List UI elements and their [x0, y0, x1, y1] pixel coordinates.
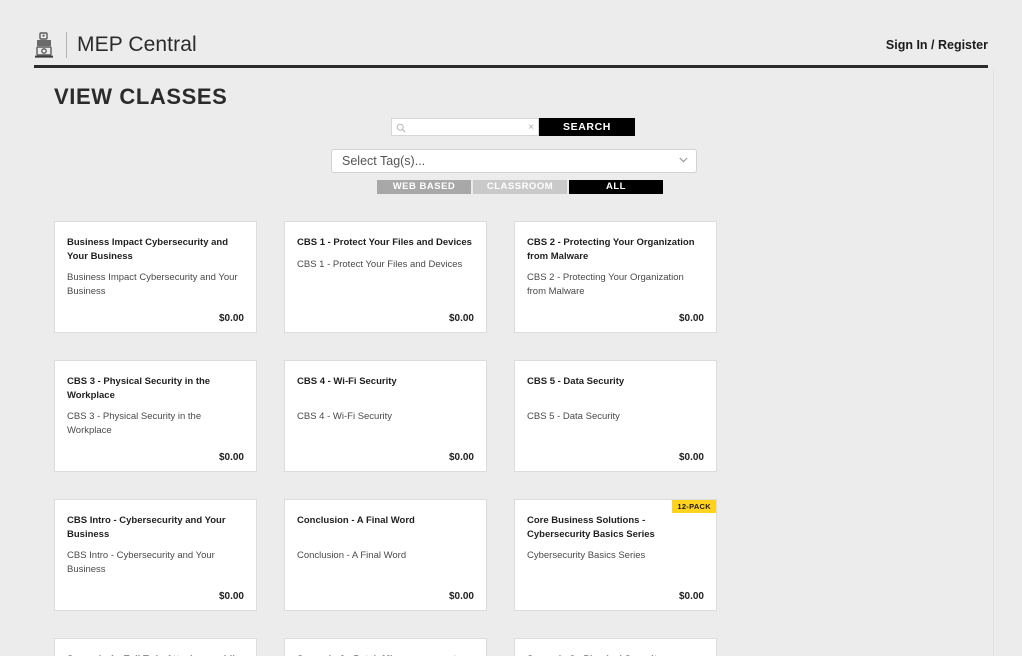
class-card[interactable]: CBS Intro - Cybersecurity and Your Busin… [54, 499, 257, 611]
class-card-price: $0.00 [218, 452, 244, 463]
class-card-title: Core Business Solutions - Cybersecurity … [527, 515, 655, 540]
class-card-price: $0.00 [678, 591, 704, 602]
class-card-title: Business Impact Cybersecurity and Your B… [67, 237, 229, 262]
class-card-title: CBS 2 - Protecting Your Organization fro… [527, 237, 695, 262]
filter-web-based-button[interactable]: WEB BASED [377, 180, 471, 194]
search-row: × SEARCH [391, 118, 635, 136]
class-card[interactable]: CBS 1 - Protect Your Files and Devices C… [284, 221, 487, 333]
coffee-grinder-icon [35, 31, 53, 58]
tag-select[interactable]: Select Tag(s)... [331, 149, 697, 173]
class-card-price: $0.00 [218, 313, 244, 324]
class-card-title: CBS Intro - Cybersecurity and Your Busin… [67, 515, 226, 540]
tag-select-wrap: Select Tag(s)... [331, 149, 697, 173]
class-card-description: CBS 1 - Protect Your Files and Devices [297, 258, 463, 270]
content-container-rule [993, 70, 994, 656]
class-card-description: CBS 4 - Wi-Fi Security [297, 410, 393, 422]
class-card-description: CBS 5 - Data Security [527, 410, 620, 422]
class-card-grid: Business Impact Cybersecurity and Your B… [54, 221, 946, 656]
class-card-description: Conclusion - A Final Word [297, 549, 407, 561]
class-card-price: $0.00 [678, 452, 704, 463]
page-root: MEP Central Sign In / Register VIEW CLAS… [0, 0, 1022, 656]
class-card-price: $0.00 [218, 591, 244, 602]
class-card-description: Cybersecurity Basics Series [527, 550, 646, 561]
clear-icon[interactable]: × [528, 122, 534, 134]
class-card[interactable]: Conclusion - A Final Word Conclusion - A… [284, 499, 487, 611]
class-card-price: $0.00 [448, 591, 474, 602]
page-title: VIEW CLASSES [54, 84, 228, 109]
search-input[interactable] [392, 119, 538, 135]
search-field[interactable]: × [391, 118, 539, 136]
class-card-description: CBS Intro - Cybersecurity and Your Busin… [67, 550, 215, 575]
filter-classroom-button[interactable]: CLASSROOM [473, 180, 567, 194]
class-card-title: CBS 4 - Wi-Fi Security [297, 376, 397, 387]
search-button[interactable]: SEARCH [539, 118, 635, 136]
filter-all-button[interactable]: ALL [569, 180, 663, 194]
sign-in-register-link[interactable]: Sign In / Register [886, 38, 988, 52]
class-card-description: CBS 3 - Physical Security in the Workpla… [67, 411, 202, 436]
brand-divider [66, 31, 67, 58]
class-card[interactable]: CBS 5 - Data Security CBS 5 - Data Secur… [514, 360, 717, 472]
class-card-price: $0.00 [448, 452, 474, 463]
class-card[interactable]: Scenario 1 - Evil Twin Attack on public … [54, 638, 257, 656]
brand-name: MEP Central [77, 32, 197, 56]
class-card-description: CBS 2 - Protecting Your Organization fro… [527, 272, 684, 297]
class-card-price: $0.00 [678, 313, 704, 324]
class-card[interactable]: Scenario 2 - Patch Mismanagement Scenari… [284, 638, 487, 656]
class-card-description: Business Impact Cybersecurity and Your B… [67, 272, 238, 297]
class-card[interactable]: CBS 4 - Wi-Fi Security CBS 4 - Wi-Fi Sec… [284, 360, 487, 472]
pack-badge: 12-PACK [672, 500, 716, 513]
class-card[interactable]: 12-PACK Core Business Solutions - Cybers… [514, 499, 717, 611]
class-card[interactable]: Business Impact Cybersecurity and Your B… [54, 221, 257, 333]
site-header: MEP Central Sign In / Register [34, 28, 988, 68]
class-card-price: $0.00 [448, 313, 474, 324]
class-card[interactable]: Scenario 3 - Physical Security Scenario … [514, 638, 717, 656]
class-card-title: CBS 3 - Physical Security in the Workpla… [67, 376, 211, 401]
brand[interactable]: MEP Central [34, 31, 197, 58]
class-card-title: CBS 1 - Protect Your Files and Devices [297, 237, 472, 248]
search-icon [396, 123, 406, 133]
class-card[interactable]: CBS 3 - Physical Security in the Workpla… [54, 360, 257, 472]
filter-button-group: WEB BASED CLASSROOM ALL [377, 180, 663, 194]
class-card-title: Conclusion - A Final Word [297, 515, 415, 526]
class-card-title: CBS 5 - Data Security [527, 376, 625, 387]
class-card[interactable]: CBS 2 - Protecting Your Organization fro… [514, 221, 717, 333]
